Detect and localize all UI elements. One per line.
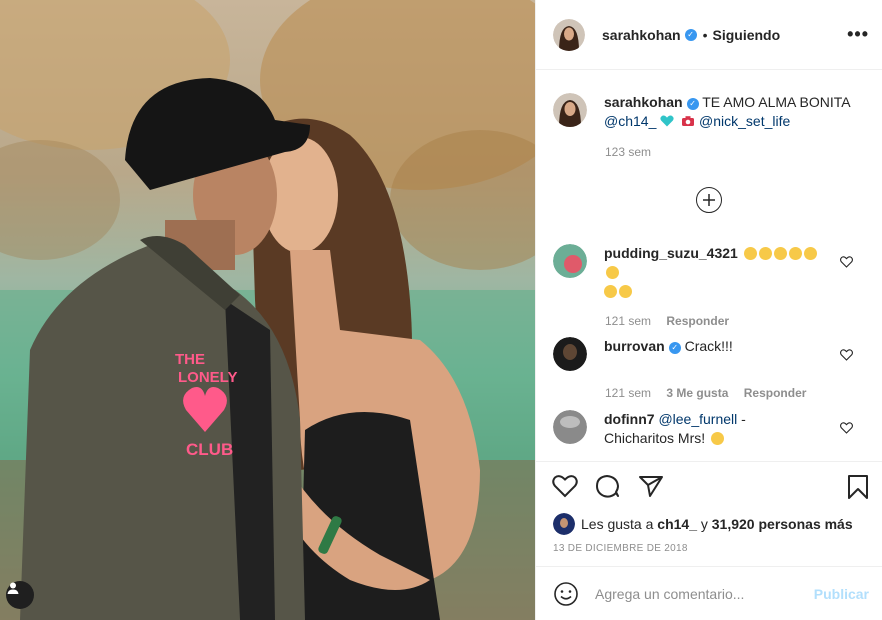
post-header: sarahkohan ✓ • Siguiendo ••• bbox=[536, 0, 882, 70]
author-username[interactable]: sarahkohan bbox=[602, 27, 681, 43]
caption-time[interactable]: 123 sem bbox=[605, 145, 651, 159]
grinning-emoji-icon bbox=[711, 432, 725, 445]
likes-prefix: Les gusta a bbox=[581, 516, 654, 532]
like-heart-icon[interactable] bbox=[552, 474, 578, 498]
post-side-panel: sarahkohan ✓ • Siguiendo ••• sarahkohan ✓… bbox=[535, 0, 882, 620]
camera-icon bbox=[682, 116, 695, 126]
caption-username[interactable]: sarahkohan bbox=[604, 94, 683, 110]
plus-icon bbox=[703, 194, 715, 206]
comment-mention[interactable]: @lee_furnell bbox=[658, 411, 737, 427]
comment-text: Crack!!! bbox=[684, 338, 733, 354]
comment-input[interactable] bbox=[595, 585, 795, 602]
comment-item: pudding_suzu_4321 121 sem Responder bbox=[553, 244, 873, 328]
header-separator: • bbox=[702, 26, 708, 43]
verified-badge-icon: ✓ bbox=[684, 28, 697, 41]
commenter-avatar[interactable] bbox=[553, 337, 587, 371]
teal-heart-icon bbox=[660, 115, 674, 127]
verified-badge-icon: ✓ bbox=[686, 98, 699, 110]
jacket-text-lonely: LONELY bbox=[178, 369, 237, 386]
comment-text: Chicharitos Mrs! bbox=[604, 430, 706, 446]
commenter-avatar-image bbox=[553, 244, 587, 278]
post-photo-illustration: THE LONELY CLUB bbox=[0, 0, 535, 620]
person-icon bbox=[7, 582, 19, 594]
caption-text: TE AMO ALMA BONITA bbox=[702, 94, 851, 110]
likes-count[interactable]: 31,920 personas más bbox=[712, 516, 853, 532]
commenter-avatar[interactable] bbox=[553, 244, 587, 278]
save-bookmark-icon[interactable] bbox=[847, 474, 869, 500]
caption-mention-nick[interactable]: @nick_set_life bbox=[699, 113, 790, 129]
comment-username[interactable]: dofinn7 bbox=[604, 411, 655, 427]
liker-avatar-image bbox=[553, 513, 575, 535]
post-photo[interactable]: THE LONELY CLUB bbox=[0, 0, 535, 620]
more-options-icon[interactable]: ••• bbox=[847, 24, 869, 45]
liker-avatar[interactable] bbox=[553, 513, 575, 535]
post-actions: Les gusta a ch14_ y 31,920 personas más … bbox=[536, 461, 882, 571]
reply-button[interactable]: Responder bbox=[744, 386, 807, 400]
likes-user[interactable]: ch14_ bbox=[657, 516, 697, 532]
post-caption: sarahkohan ✓ TE AMO ALMA BONITA @ch14_ @n… bbox=[553, 93, 873, 159]
caption-mention-ch14[interactable]: @ch14_ bbox=[604, 113, 656, 129]
comment-text-dash: - bbox=[741, 411, 746, 427]
load-more-comments-button[interactable] bbox=[696, 187, 722, 213]
caption-avatar[interactable] bbox=[553, 93, 587, 127]
add-comment-bar: Publicar bbox=[536, 566, 882, 620]
reply-button[interactable]: Responder bbox=[666, 314, 729, 328]
share-send-icon[interactable] bbox=[638, 474, 664, 498]
commenter-avatar-image bbox=[553, 410, 587, 444]
comment-item: burrovan ✓ Crack!!! 121 sem 3 Me gusta Re… bbox=[553, 337, 873, 400]
comment-item: dofinn7 @lee_furnell - Chicharitos Mrs! bbox=[553, 410, 873, 448]
author-avatar[interactable] bbox=[553, 18, 585, 51]
like-comment-heart-icon[interactable] bbox=[840, 349, 853, 361]
comment-likes[interactable]: 3 Me gusta bbox=[666, 386, 728, 400]
commenter-avatar[interactable] bbox=[553, 410, 587, 444]
jacket-text-the: THE bbox=[175, 351, 205, 368]
author-avatar-image bbox=[553, 18, 585, 51]
like-comment-heart-icon[interactable] bbox=[840, 256, 853, 268]
comment-time[interactable]: 121 sem bbox=[605, 386, 651, 400]
comment-username[interactable]: pudding_suzu_4321 bbox=[604, 245, 738, 261]
like-comment-heart-icon[interactable] bbox=[840, 422, 853, 434]
jacket-text-club: CLUB bbox=[186, 440, 233, 459]
likes-summary[interactable]: Les gusta a ch14_ y 31,920 personas más bbox=[553, 513, 853, 535]
verified-badge-icon: ✓ bbox=[668, 342, 681, 354]
tagged-users-button[interactable] bbox=[6, 581, 34, 609]
publish-button[interactable]: Publicar bbox=[814, 586, 869, 602]
likes-middle: y bbox=[700, 516, 708, 532]
comments-section[interactable]: sarahkohan ✓ TE AMO ALMA BONITA @ch14_ @n… bbox=[536, 71, 882, 461]
following-button[interactable]: Siguiendo bbox=[713, 27, 781, 43]
caption-avatar-image bbox=[553, 93, 587, 127]
comment-bubble-icon[interactable] bbox=[595, 474, 621, 498]
comment-username[interactable]: burrovan bbox=[604, 338, 665, 354]
post-date[interactable]: 13 DE DICIEMBRE DE 2018 bbox=[553, 543, 688, 554]
emoji-picker-icon[interactable] bbox=[553, 581, 579, 607]
comment-time[interactable]: 121 sem bbox=[605, 314, 651, 328]
commenter-avatar-image bbox=[553, 337, 587, 371]
